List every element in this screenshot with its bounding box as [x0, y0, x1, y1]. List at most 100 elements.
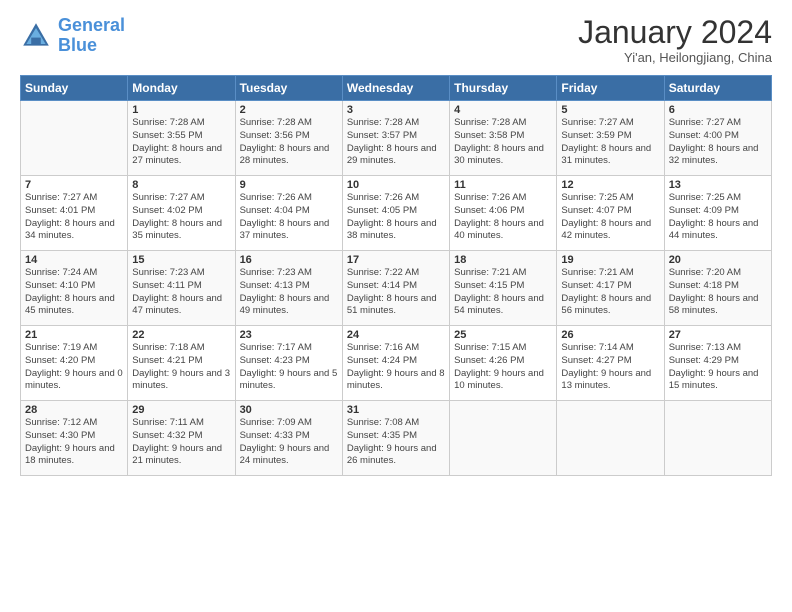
day-info: Sunrise: 7:27 AMSunset: 4:02 PMDaylight:… [132, 192, 230, 243]
day-number: 25 [454, 329, 552, 341]
day-info: Sunrise: 7:27 AMSunset: 4:00 PMDaylight:… [669, 117, 767, 168]
day-info: Sunrise: 7:15 AMSunset: 4:26 PMDaylight:… [454, 342, 552, 393]
day-number: 24 [347, 329, 445, 341]
day-number: 18 [454, 254, 552, 266]
week-row-3: 21Sunrise: 7:19 AMSunset: 4:20 PMDayligh… [21, 326, 772, 401]
day-info: Sunrise: 7:28 AMSunset: 3:56 PMDaylight:… [240, 117, 338, 168]
calendar-cell: 26Sunrise: 7:14 AMSunset: 4:27 PMDayligh… [557, 326, 664, 401]
day-info: Sunrise: 7:17 AMSunset: 4:23 PMDaylight:… [240, 342, 338, 393]
header-row: SundayMondayTuesdayWednesdayThursdayFrid… [21, 76, 772, 101]
day-number: 7 [25, 179, 123, 191]
calendar-cell: 5Sunrise: 7:27 AMSunset: 3:59 PMDaylight… [557, 101, 664, 176]
header: General Blue January 2024 Yi'an, Heilong… [20, 16, 772, 65]
calendar-cell: 18Sunrise: 7:21 AMSunset: 4:15 PMDayligh… [450, 251, 557, 326]
day-number: 13 [669, 179, 767, 191]
day-number: 11 [454, 179, 552, 191]
day-number: 2 [240, 104, 338, 116]
calendar-cell: 19Sunrise: 7:21 AMSunset: 4:17 PMDayligh… [557, 251, 664, 326]
day-number: 20 [669, 254, 767, 266]
day-info: Sunrise: 7:26 AMSunset: 4:04 PMDaylight:… [240, 192, 338, 243]
day-info: Sunrise: 7:28 AMSunset: 3:55 PMDaylight:… [132, 117, 230, 168]
day-info: Sunrise: 7:23 AMSunset: 4:11 PMDaylight:… [132, 267, 230, 318]
day-number: 14 [25, 254, 123, 266]
calendar-cell: 15Sunrise: 7:23 AMSunset: 4:11 PMDayligh… [128, 251, 235, 326]
calendar-cell: 20Sunrise: 7:20 AMSunset: 4:18 PMDayligh… [664, 251, 771, 326]
day-number: 17 [347, 254, 445, 266]
day-number: 26 [561, 329, 659, 341]
col-header-wednesday: Wednesday [342, 76, 449, 101]
calendar-cell [664, 401, 771, 476]
calendar-cell [450, 401, 557, 476]
col-header-tuesday: Tuesday [235, 76, 342, 101]
calendar-cell: 8Sunrise: 7:27 AMSunset: 4:02 PMDaylight… [128, 176, 235, 251]
calendar-cell: 2Sunrise: 7:28 AMSunset: 3:56 PMDaylight… [235, 101, 342, 176]
week-row-1: 7Sunrise: 7:27 AMSunset: 4:01 PMDaylight… [21, 176, 772, 251]
calendar-cell: 3Sunrise: 7:28 AMSunset: 3:57 PMDaylight… [342, 101, 449, 176]
calendar-cell [557, 401, 664, 476]
day-info: Sunrise: 7:23 AMSunset: 4:13 PMDaylight:… [240, 267, 338, 318]
calendar-cell [21, 101, 128, 176]
day-info: Sunrise: 7:19 AMSunset: 4:20 PMDaylight:… [25, 342, 123, 393]
location-subtitle: Yi'an, Heilongjiang, China [578, 50, 772, 65]
day-number: 16 [240, 254, 338, 266]
col-header-thursday: Thursday [450, 76, 557, 101]
logo-icon [20, 20, 52, 52]
calendar-cell: 4Sunrise: 7:28 AMSunset: 3:58 PMDaylight… [450, 101, 557, 176]
day-number: 31 [347, 404, 445, 416]
week-row-4: 28Sunrise: 7:12 AMSunset: 4:30 PMDayligh… [21, 401, 772, 476]
logo-text: General Blue [58, 16, 125, 56]
day-info: Sunrise: 7:25 AMSunset: 4:09 PMDaylight:… [669, 192, 767, 243]
day-number: 30 [240, 404, 338, 416]
day-number: 19 [561, 254, 659, 266]
col-header-sunday: Sunday [21, 76, 128, 101]
calendar-cell: 7Sunrise: 7:27 AMSunset: 4:01 PMDaylight… [21, 176, 128, 251]
day-info: Sunrise: 7:12 AMSunset: 4:30 PMDaylight:… [25, 417, 123, 468]
col-header-saturday: Saturday [664, 76, 771, 101]
day-number: 29 [132, 404, 230, 416]
calendar-table: SundayMondayTuesdayWednesdayThursdayFrid… [20, 75, 772, 476]
calendar-cell: 16Sunrise: 7:23 AMSunset: 4:13 PMDayligh… [235, 251, 342, 326]
calendar-cell: 12Sunrise: 7:25 AMSunset: 4:07 PMDayligh… [557, 176, 664, 251]
day-number: 12 [561, 179, 659, 191]
calendar-cell: 27Sunrise: 7:13 AMSunset: 4:29 PMDayligh… [664, 326, 771, 401]
day-info: Sunrise: 7:24 AMSunset: 4:10 PMDaylight:… [25, 267, 123, 318]
day-number: 10 [347, 179, 445, 191]
logo-blue: Blue [58, 35, 97, 55]
calendar-cell: 13Sunrise: 7:25 AMSunset: 4:09 PMDayligh… [664, 176, 771, 251]
day-info: Sunrise: 7:27 AMSunset: 3:59 PMDaylight:… [561, 117, 659, 168]
calendar-cell: 25Sunrise: 7:15 AMSunset: 4:26 PMDayligh… [450, 326, 557, 401]
day-info: Sunrise: 7:26 AMSunset: 4:06 PMDaylight:… [454, 192, 552, 243]
day-number: 9 [240, 179, 338, 191]
week-row-0: 1Sunrise: 7:28 AMSunset: 3:55 PMDaylight… [21, 101, 772, 176]
day-info: Sunrise: 7:26 AMSunset: 4:05 PMDaylight:… [347, 192, 445, 243]
day-number: 15 [132, 254, 230, 266]
day-number: 5 [561, 104, 659, 116]
day-info: Sunrise: 7:11 AMSunset: 4:32 PMDaylight:… [132, 417, 230, 468]
day-info: Sunrise: 7:08 AMSunset: 4:35 PMDaylight:… [347, 417, 445, 468]
day-number: 4 [454, 104, 552, 116]
calendar-cell: 17Sunrise: 7:22 AMSunset: 4:14 PMDayligh… [342, 251, 449, 326]
day-info: Sunrise: 7:21 AMSunset: 4:17 PMDaylight:… [561, 267, 659, 318]
calendar-cell: 1Sunrise: 7:28 AMSunset: 3:55 PMDaylight… [128, 101, 235, 176]
calendar-cell: 28Sunrise: 7:12 AMSunset: 4:30 PMDayligh… [21, 401, 128, 476]
calendar-cell: 22Sunrise: 7:18 AMSunset: 4:21 PMDayligh… [128, 326, 235, 401]
day-info: Sunrise: 7:27 AMSunset: 4:01 PMDaylight:… [25, 192, 123, 243]
day-number: 1 [132, 104, 230, 116]
logo: General Blue [20, 16, 125, 56]
day-info: Sunrise: 7:25 AMSunset: 4:07 PMDaylight:… [561, 192, 659, 243]
day-info: Sunrise: 7:09 AMSunset: 4:33 PMDaylight:… [240, 417, 338, 468]
day-info: Sunrise: 7:16 AMSunset: 4:24 PMDaylight:… [347, 342, 445, 393]
day-number: 27 [669, 329, 767, 341]
calendar-cell: 29Sunrise: 7:11 AMSunset: 4:32 PMDayligh… [128, 401, 235, 476]
calendar-cell: 31Sunrise: 7:08 AMSunset: 4:35 PMDayligh… [342, 401, 449, 476]
calendar-cell: 9Sunrise: 7:26 AMSunset: 4:04 PMDaylight… [235, 176, 342, 251]
day-number: 23 [240, 329, 338, 341]
week-row-2: 14Sunrise: 7:24 AMSunset: 4:10 PMDayligh… [21, 251, 772, 326]
calendar-cell: 14Sunrise: 7:24 AMSunset: 4:10 PMDayligh… [21, 251, 128, 326]
calendar-cell: 21Sunrise: 7:19 AMSunset: 4:20 PMDayligh… [21, 326, 128, 401]
day-number: 28 [25, 404, 123, 416]
day-info: Sunrise: 7:21 AMSunset: 4:15 PMDaylight:… [454, 267, 552, 318]
calendar-cell: 6Sunrise: 7:27 AMSunset: 4:00 PMDaylight… [664, 101, 771, 176]
day-info: Sunrise: 7:28 AMSunset: 3:57 PMDaylight:… [347, 117, 445, 168]
day-number: 21 [25, 329, 123, 341]
